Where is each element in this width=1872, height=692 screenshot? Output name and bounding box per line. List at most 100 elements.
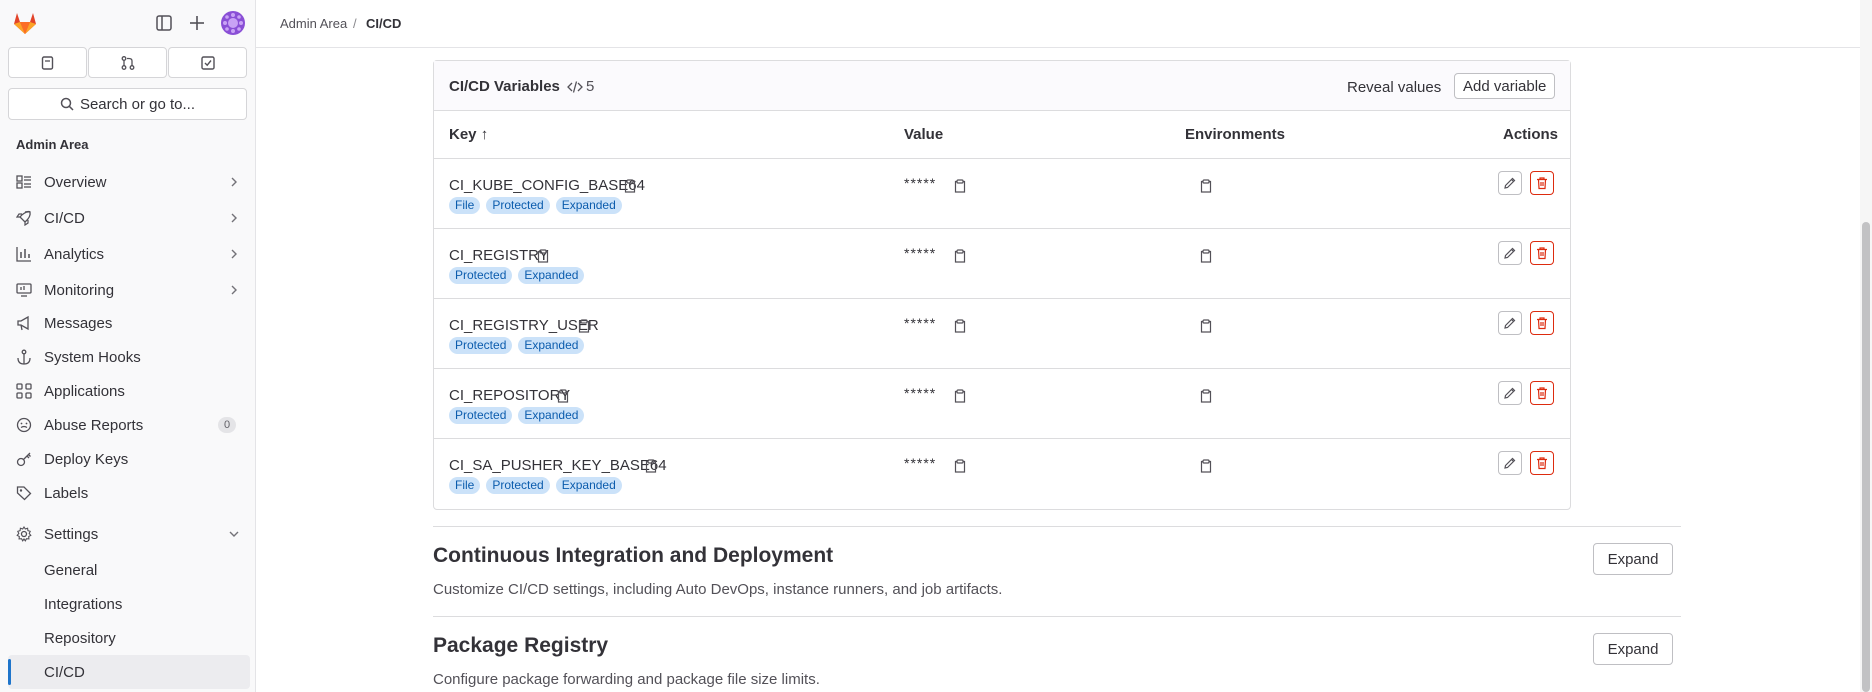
sidebar-subitem-integrations[interactable]: Integrations (0, 587, 256, 621)
sidebar-subitem-repository[interactable]: Repository (0, 621, 256, 655)
pencil-icon (1504, 317, 1516, 329)
trash-icon (1537, 317, 1547, 330)
sidebar-subitem-cicd[interactable]: CI/CD (8, 655, 250, 689)
variable-tag: Expanded (518, 267, 585, 284)
sidebar-toggle-icon[interactable] (154, 13, 174, 33)
table-row: CI_KUBE_CONFIG_BASE64 File Protected Expand… (434, 159, 1570, 229)
edit-variable-button[interactable] (1498, 381, 1522, 405)
variable-key: CI_REGISTRY (449, 247, 549, 264)
delete-variable-button[interactable] (1530, 171, 1554, 195)
trash-icon (1537, 387, 1547, 400)
column-key-label: Key (449, 126, 477, 143)
sidebar-item-deploy-keys[interactable]: Deploy Keys (0, 442, 256, 476)
copy-key-icon[interactable] (624, 179, 636, 193)
sort-arrow-icon: ↑ (480, 126, 489, 143)
label-icon (16, 486, 32, 501)
sidebar-subitem-label: Integrations (44, 595, 123, 613)
sidebar-item-applications[interactable]: Applications (0, 374, 256, 408)
masked-value: ***** (904, 175, 937, 191)
section-desc-package-registry: Configure package forwarding and package… (433, 671, 820, 688)
chevron-down-icon (229, 531, 239, 537)
breadcrumb-current[interactable]: CI/CD (366, 16, 401, 31)
copy-key-icon[interactable] (578, 319, 590, 333)
copy-environment-icon[interactable] (1200, 319, 1212, 333)
sidebar-item-label: CI/CD (44, 209, 85, 227)
sidebar-item-label: Analytics (44, 245, 105, 263)
abuse-count-badge: 0 (218, 417, 237, 433)
merge-requests-button[interactable] (88, 47, 167, 78)
copy-value-icon[interactable] (954, 389, 966, 403)
sidebar-item-overview[interactable]: Overview (0, 165, 256, 199)
scrollbar-thumb[interactable] (1862, 222, 1870, 692)
copy-value-icon[interactable] (954, 319, 966, 333)
todo-icon (200, 55, 215, 70)
section-title: Admin Area (16, 137, 89, 152)
delete-variable-button[interactable] (1530, 451, 1554, 475)
copy-environment-icon[interactable] (1200, 179, 1212, 193)
gitlab-logo-icon[interactable] (12, 10, 38, 36)
variable-tag: File (449, 197, 481, 214)
reveal-values-button[interactable]: Reveal values (1347, 76, 1441, 98)
table-header: Key ↑ Value Environments Actions (434, 111, 1570, 159)
variable-key: CI_KUBE_CONFIG_BASE64 (449, 177, 645, 194)
todos-button[interactable] (168, 47, 247, 78)
edit-variable-button[interactable] (1498, 451, 1522, 475)
key-icon (16, 452, 31, 467)
add-variable-button[interactable]: Add variable (1454, 73, 1556, 99)
breadcrumb-admin-area[interactable]: Admin Area (280, 16, 347, 31)
masked-value: ***** (904, 385, 937, 401)
delete-variable-button[interactable] (1530, 241, 1554, 265)
copy-value-icon[interactable] (954, 459, 966, 473)
copy-key-icon[interactable] (645, 459, 657, 473)
copy-environment-icon[interactable] (1200, 249, 1212, 263)
column-key[interactable]: Key ↑ (449, 126, 488, 143)
copy-value-icon[interactable] (954, 179, 966, 193)
chart-icon (16, 247, 31, 262)
chevron-right-icon (231, 213, 237, 223)
sidebar-item-label: Overview (44, 173, 107, 191)
search-button[interactable]: Search or go to... (8, 88, 247, 120)
sidebar-item-label: Labels (44, 484, 89, 502)
masked-value: ***** (904, 245, 937, 261)
variable-tags: File Protected Expanded (449, 197, 622, 214)
delete-variable-button[interactable] (1530, 381, 1554, 405)
edit-variable-button[interactable] (1498, 241, 1522, 265)
variable-tag: Protected (449, 407, 513, 424)
section-title-cicd: Continuous Integration and Deployment (433, 544, 834, 567)
edit-variable-button[interactable] (1498, 171, 1522, 195)
table-row: CI_REPOSITORY Protected Expanded ***** (434, 369, 1570, 439)
sidebar-item-messages[interactable]: Messages (0, 306, 256, 340)
sidebar-item-monitoring[interactable]: Monitoring (0, 273, 256, 307)
plus-icon[interactable] (187, 13, 207, 33)
column-environments: Environments (1185, 126, 1286, 143)
expand-package-registry-button[interactable]: Expand (1593, 633, 1673, 665)
variable-tag: Protected (486, 477, 550, 494)
copy-key-icon[interactable] (557, 389, 569, 403)
copy-value-icon[interactable] (954, 249, 966, 263)
sidebar-subitem-general[interactable]: General (0, 553, 256, 587)
copy-environment-icon[interactable] (1200, 459, 1212, 473)
sidebar-item-labels[interactable]: Labels (0, 476, 256, 510)
copy-key-icon[interactable] (537, 249, 549, 263)
sidebar-item-cicd[interactable]: CI/CD (0, 201, 256, 235)
user-avatar[interactable] (221, 11, 245, 35)
sidebar-item-system-hooks[interactable]: System Hooks (0, 340, 256, 374)
sidebar-item-abuse-reports[interactable]: Abuse Reports 0 (0, 408, 256, 442)
issues-button[interactable] (8, 47, 87, 78)
sidebar: Search or go to... Admin Area Overview C… (0, 0, 256, 692)
sidebar-item-analytics[interactable]: Analytics (0, 237, 256, 271)
copy-environment-icon[interactable] (1200, 389, 1212, 403)
sidebar-subitem-label: Repository (44, 629, 116, 647)
sidebar-item-settings[interactable]: Settings (0, 517, 256, 551)
delete-variable-button[interactable] (1530, 311, 1554, 335)
variable-key: CI_SA_PUSHER_KEY_BASE64 (449, 457, 667, 474)
chevron-right-icon (231, 249, 237, 259)
cicd-variables-card: CI/CD Variables 5 Reveal values Add vari… (433, 60, 1571, 510)
code-icon (567, 81, 583, 93)
variable-tags: Protected Expanded (449, 337, 585, 354)
variable-key: CI_REGISTRY_USER (449, 317, 599, 334)
expand-cicd-button[interactable]: Expand (1593, 543, 1673, 575)
edit-variable-button[interactable] (1498, 311, 1522, 335)
sidebar-item-label: Monitoring (44, 281, 115, 299)
sidebar-subitem-label: General (44, 561, 98, 579)
